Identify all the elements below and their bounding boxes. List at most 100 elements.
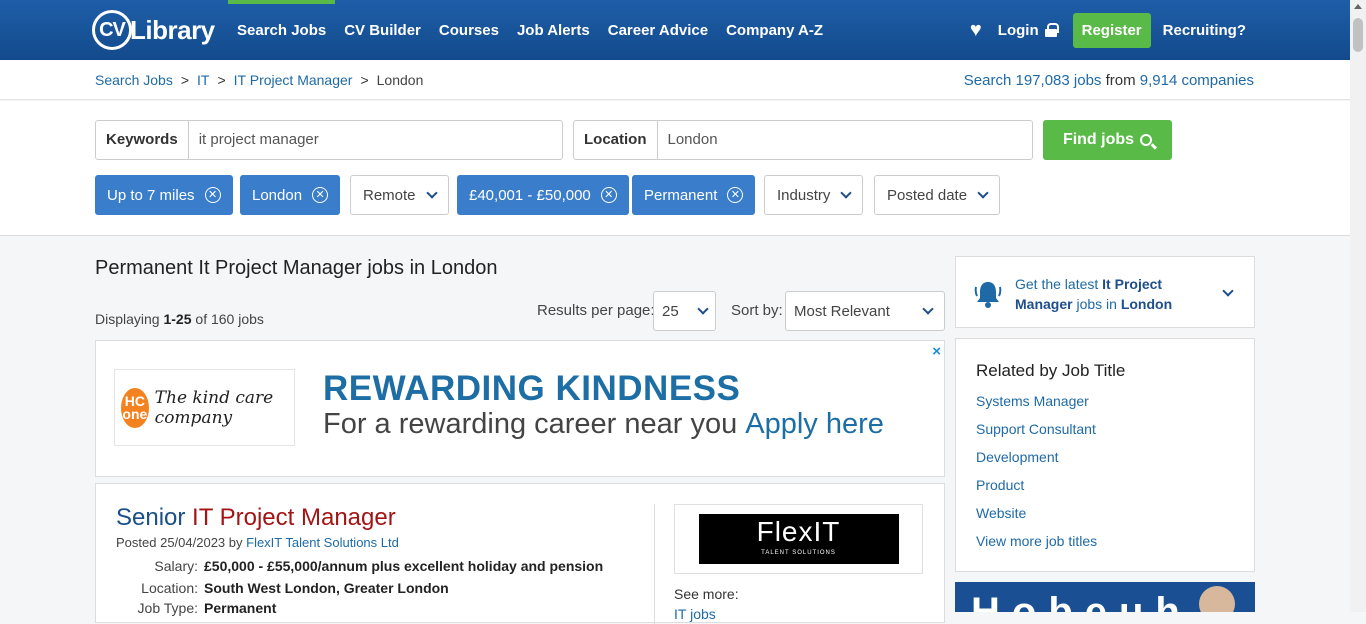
company-logo[interactable]: FlexIT TALENT SOLUTIONS — [674, 504, 923, 574]
nav-cv-builder[interactable]: CV Builder — [335, 0, 430, 60]
job-count-companies[interactable]: 9,914 companies — [1140, 72, 1254, 89]
filter-chip-salary[interactable]: £40,001 - £50,000 ✕ — [457, 175, 629, 215]
job-salary-value: £50,000 - £55,000/annum plus excellent h… — [204, 558, 604, 574]
ad-subline: For a rewarding career near you Apply her… — [323, 408, 884, 441]
job-alert-box[interactable]: Get the latest It Project Manager jobs i… — [955, 256, 1255, 328]
filter-salary-label: £40,001 - £50,000 — [469, 186, 591, 204]
sort-by-label: Sort by: — [731, 302, 783, 319]
related-item-development[interactable]: Development — [976, 449, 1097, 477]
side-ad-person-image — [1199, 586, 1235, 612]
related-item-systems-manager[interactable]: Systems Manager — [976, 393, 1097, 421]
alert-location: London — [1120, 296, 1173, 312]
filter-type-label: Permanent — [644, 186, 718, 204]
job-count-prefix: Search — [963, 72, 1012, 89]
related-item-support-consultant[interactable]: Support Consultant — [976, 421, 1097, 449]
page-scrollbar[interactable] — [1350, 0, 1366, 612]
find-jobs-label: Find jobs — [1062, 131, 1135, 148]
job-location-row: Location: South West London, Greater Lon… — [116, 580, 449, 596]
alert-middle: jobs in — [1076, 296, 1117, 312]
keywords-input[interactable]: it project manager — [189, 121, 329, 159]
ad-headline: REWARDING KINDNESS — [323, 369, 741, 408]
alert-prefix: Get the latest — [1015, 276, 1099, 292]
job-company-link[interactable]: FlexIT Talent Solutions Ltd — [246, 535, 399, 550]
job-salary-row: Salary: £50,000 - £55,000/annum plus exc… — [116, 558, 603, 574]
flexit-logo-subtext: TALENT SOLUTIONS — [761, 550, 836, 556]
related-item-website[interactable]: Website — [976, 505, 1097, 533]
breadcrumb-separator: > — [217, 72, 226, 88]
job-location-value: South West London, Greater London — [204, 580, 449, 596]
job-type-label: Job Type: — [137, 600, 198, 616]
close-ad-icon[interactable]: × — [932, 343, 941, 360]
filter-remote-label: Remote — [363, 186, 416, 204]
hc-one-mark: HC one — [121, 387, 149, 428]
flexit-logo: FlexIT TALENT SOLUTIONS — [698, 514, 899, 564]
filter-dropdown-remote[interactable]: Remote — [350, 175, 449, 215]
breadcrumb-it-project-manager[interactable]: IT Project Manager — [234, 72, 353, 88]
divider — [654, 504, 655, 624]
side-advertisement[interactable]: Hobeuh — [955, 582, 1255, 612]
job-location-label: Location: — [141, 580, 198, 596]
job-title-prefix: Senior — [116, 504, 193, 531]
top-navigation-bar: CV Library Search Jobs CV Builder Course… — [0, 0, 1350, 60]
chevron-down-icon — [922, 302, 934, 315]
remove-filter-icon[interactable]: ✕ — [600, 187, 617, 203]
related-view-more[interactable]: View more job titles — [976, 533, 1097, 561]
job-type-row: Job Type: Permanent — [116, 600, 277, 616]
location-label: Location — [574, 121, 658, 159]
related-item-product[interactable]: Product — [976, 477, 1097, 505]
filter-dropdown-posted-date[interactable]: Posted date — [874, 175, 1001, 215]
filter-chip-location[interactable]: London ✕ — [240, 175, 341, 215]
breadcrumb-separator: > — [360, 72, 369, 88]
nav-search-jobs[interactable]: Search Jobs — [228, 0, 336, 60]
login-link[interactable]: Login — [997, 21, 1059, 39]
nav-career-advice[interactable]: Career Advice — [599, 0, 717, 60]
filter-chip-job-type[interactable]: Permanent ✕ — [632, 175, 756, 215]
register-button[interactable]: Register — [1072, 12, 1151, 48]
keywords-field[interactable]: Keywords it project manager — [95, 120, 563, 160]
breadcrumb-separator: > — [180, 72, 190, 88]
find-jobs-button[interactable]: Find jobs — [1043, 120, 1172, 160]
job-title-link[interactable]: Senior IT Project Manager — [116, 504, 396, 532]
scroll-up-arrow-icon[interactable] — [1354, 4, 1362, 9]
hc-one-logo: HC one The kind care company — [114, 369, 295, 446]
breadcrumb-current: London — [376, 72, 424, 88]
job-posted-info: Posted 25/04/2023 by FlexIT Talent Solut… — [116, 535, 399, 550]
cv-library-logo[interactable]: CV Library — [92, 10, 215, 50]
filter-dropdown-industry[interactable]: Industry — [764, 175, 864, 215]
remove-filter-icon[interactable]: ✕ — [204, 187, 221, 203]
results-per-page-label: Results per page: — [537, 302, 655, 319]
job-count-summary: Search 197,083 jobs from 9,914 companies — [964, 72, 1254, 89]
job-count-jobs[interactable]: 197,083 jobs — [1016, 72, 1102, 89]
nav-job-alerts[interactable]: Job Alerts — [508, 0, 599, 60]
remove-filter-icon[interactable]: ✕ — [312, 187, 329, 203]
filter-posted-label: Posted date — [887, 186, 968, 204]
sort-by-select[interactable]: Most Relevant — [785, 291, 945, 331]
see-more-label: See more: — [674, 586, 739, 602]
see-more-link[interactable]: IT jobs — [674, 606, 716, 622]
nav-courses[interactable]: Courses — [430, 0, 508, 60]
results-per-page-select[interactable]: 25 — [653, 291, 716, 331]
ad-apply-link[interactable]: Apply here — [745, 408, 884, 440]
job-title-highlight: IT Project Manager — [192, 504, 396, 531]
advertisement-banner[interactable]: HC one The kind care company REWARDING K… — [95, 340, 945, 477]
chevron-down-icon — [425, 186, 438, 199]
login-label: Login — [997, 21, 1039, 39]
filter-location-label: London — [252, 186, 303, 204]
breadcrumb-it[interactable]: IT — [197, 72, 209, 88]
job-type-value: Permanent — [204, 600, 277, 616]
results-per-page-value: 25 — [662, 302, 679, 320]
sort-by-value: Most Relevant — [794, 302, 890, 320]
remove-filter-icon[interactable]: ✕ — [727, 187, 744, 203]
heart-icon[interactable]: ♥ — [970, 19, 982, 42]
recruiting-link[interactable]: Recruiting? — [1163, 22, 1246, 39]
location-input[interactable]: London — [658, 121, 728, 159]
scroll-thumb[interactable] — [1353, 18, 1363, 52]
job-card: Senior IT Project Manager Posted 25/04/2… — [95, 483, 945, 624]
breadcrumb: Search Jobs > IT > IT Project Manager > … — [95, 72, 423, 88]
chevron-down-icon[interactable] — [1222, 285, 1234, 297]
breadcrumb-search-jobs[interactable]: Search Jobs — [95, 72, 173, 88]
filter-chip-distance[interactable]: Up to 7 miles ✕ — [95, 175, 233, 215]
filter-distance-label: Up to 7 miles — [107, 186, 195, 204]
location-field[interactable]: Location London — [573, 120, 1033, 160]
nav-company-a-z[interactable]: Company A-Z — [717, 0, 832, 60]
